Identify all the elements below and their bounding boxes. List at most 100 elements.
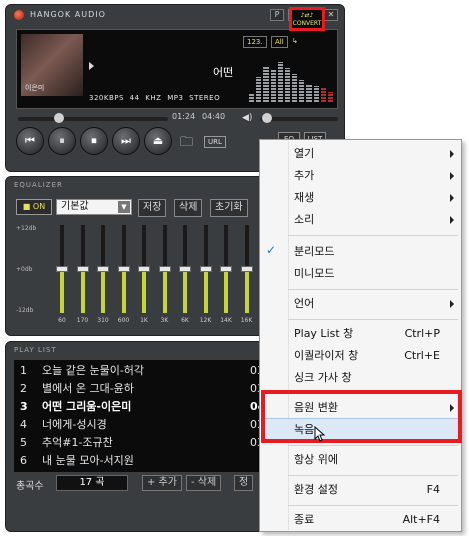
menu-item-label: 종료 [294,513,315,526]
time-total: 04:40 [202,112,226,121]
equalizer-title: EQUALIZER [14,181,63,189]
menu-item-label: 추가 [294,169,315,182]
eq-band-knob[interactable] [117,266,130,272]
menu-item-equalizer-window[interactable]: 이퀄라이저 창 Ctrl+E [294,346,462,366]
time-elapsed: 01:24 [172,112,196,121]
eq-band-fill [162,271,167,313]
menu-shortcut: F4 [426,483,440,496]
playlist-title: PLAY LIST [14,346,57,354]
eq-delete-button[interactable]: 삭제 [174,199,203,217]
channels: STEREO [189,94,221,102]
menu-item-split-mode[interactable]: 분리모드 [294,242,462,262]
add-track-button[interactable]: + 추가 [142,475,182,491]
check-icon: ✓ [266,243,277,257]
eq-band-knob[interactable] [138,266,150,272]
eq-band-knob[interactable] [97,266,109,272]
track-name: 어떤 그리움-이은미 [42,400,132,413]
track-number: 3 [20,400,28,413]
eq-on-toggle[interactable]: ■ ON [16,199,52,215]
eq-band-slider[interactable] [177,225,193,315]
track-number-chip[interactable]: 123. [243,36,267,48]
playing-indicator-icon [89,62,94,70]
eq-band-knob[interactable] [76,266,89,272]
eq-band-knob[interactable] [240,266,253,272]
menu-item-add[interactable]: 추가 [294,166,462,186]
delete-track-button[interactable]: - 삭제 [186,475,222,491]
convert-icon: ♪⇄♪ [300,12,314,19]
eq-band-slider[interactable] [136,225,152,315]
seek-bar[interactable] [18,117,168,121]
album-art-text: 이은미 [25,84,45,92]
menu-item-label: Play List 창 [294,327,354,340]
submenu-arrow-icon [450,172,454,180]
total-tracks-label: 총곡수 [16,481,44,492]
eq-band-knob[interactable] [199,266,212,272]
format: MP3 [167,94,184,102]
eq-band-knob[interactable] [56,266,68,272]
url-button[interactable]: URL [204,136,226,148]
eq-band-knob[interactable] [179,266,191,272]
menu-shortcut: Ctrl+E [404,349,440,362]
menu-item-play[interactable]: 재생 [294,188,462,208]
menu-item-lyrics-window[interactable]: 싱크 가사 창 [294,368,462,388]
eq-band-slider[interactable] [239,225,255,315]
db-label-zero: +0db [16,266,33,273]
frequency: 44 KHZ [129,94,162,102]
menu-separator [288,445,458,446]
shuffle-arrow-icon[interactable]: ↳ [289,36,301,48]
eq-band-slider[interactable] [157,225,173,315]
menu-item-exit[interactable]: 종료 Alt+F4 [294,510,462,530]
playlist-pin-button[interactable]: P [270,9,284,21]
menu-item-open[interactable]: 열기 [294,144,462,164]
eq-band-slider[interactable] [95,225,111,315]
eq-save-button[interactable]: 저장 [138,199,167,217]
track-number: 4 [20,418,27,431]
eq-band-label: 170 [76,317,89,324]
app-title: HANGOK AUDIO [30,10,106,19]
eject-button[interactable]: ⏏ [144,127,172,155]
menu-separator [288,475,458,476]
volume-icon[interactable]: ◀) [242,113,252,123]
db-label-min: -12db [16,307,34,314]
convert-button[interactable]: ♪⇄♪ CONVERT [289,7,325,31]
eq-band-slider[interactable] [116,225,132,315]
eq-reset-button[interactable]: 초기화 [210,199,248,217]
eq-band-fill [80,271,85,313]
eq-preset-select[interactable]: 기본값 ▼ [56,199,132,215]
next-button[interactable]: ⏭ [112,127,140,155]
eq-band-slider[interactable] [218,225,234,315]
seek-knob[interactable] [53,113,64,123]
menu-item-always-on-top[interactable]: 항상 위에 [294,450,462,470]
eq-band-knob[interactable] [158,266,171,272]
previous-button[interactable]: ⏮ [16,127,44,155]
menu-separator [288,235,458,236]
close-button[interactable]: ✕ [324,9,338,21]
eq-preset-value: 기본값 [61,201,89,212]
convert-label: CONVERT [292,20,322,27]
eq-band-slider[interactable] [54,225,70,315]
menu-item-sound[interactable]: 소리 [294,210,462,230]
spectrum-analyzer [249,62,334,102]
menu-item-language[interactable]: 언어 [294,294,462,314]
eq-band-slider[interactable] [198,225,214,315]
menu-item-playlist-window[interactable]: Play List 창 Ctrl+P [294,324,462,344]
eq-band-fill [60,271,64,313]
eq-band-label: 3K [160,317,169,324]
menu-item-label: 분리모드 [294,245,335,258]
sort-button[interactable]: 정 [234,475,254,491]
annotation-highlight-box [261,390,462,443]
eq-band-knob[interactable] [220,266,232,272]
menu-item-settings[interactable]: 환경 설정 F4 [294,480,462,500]
eq-band-label: 12K [199,317,212,324]
repeat-all-chip[interactable]: All [271,36,288,48]
menu-separator [288,289,458,290]
eq-band-fill [142,271,146,313]
folder-icon[interactable]: 🗀 [180,133,193,155]
eq-band-slider[interactable] [75,225,91,315]
menu-gutter [288,142,289,530]
menu-item-mini-mode[interactable]: 미니모드 [294,264,462,284]
pause-button[interactable]: ⏸ [48,127,76,155]
track-number: 2 [20,382,27,395]
stop-button[interactable]: ⏹ [80,127,108,155]
volume-knob[interactable] [261,113,272,123]
